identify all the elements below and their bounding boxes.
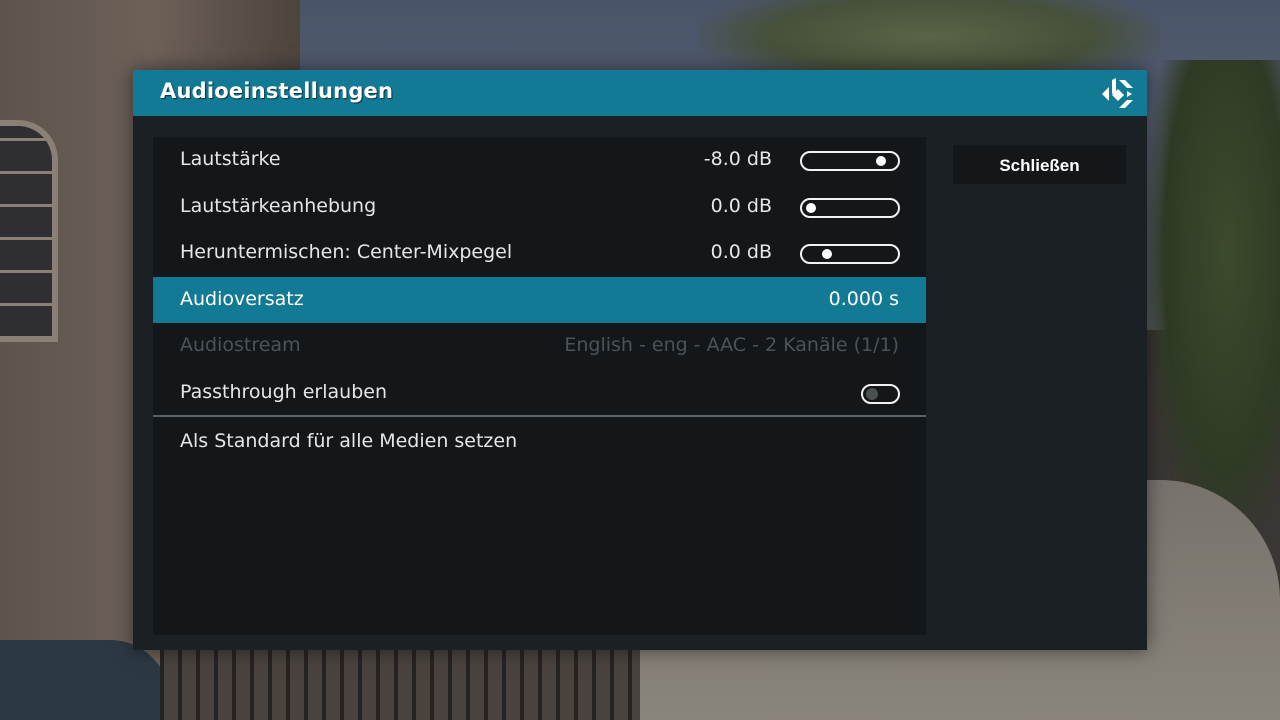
setting-label: Heruntermischen: Center-Mixpegel [180, 241, 513, 263]
setting-passthrough[interactable]: Passthrough erlauben [153, 370, 926, 416]
setting-value: 0.0 dB [710, 241, 772, 263]
background-tree [1146, 60, 1280, 540]
setting-center-mix-level[interactable]: Heruntermischen: Center-Mixpegel 0.0 dB [153, 230, 926, 276]
setting-value: -8.0 dB [703, 148, 772, 170]
background-window [0, 120, 58, 342]
settings-list: Lautstärke -8.0 dB Lautstärkeanhebung 0.… [153, 137, 926, 635]
audio-settings-dialog: Audioeinstellungen Lautstärke -8.0 dB La… [133, 70, 1147, 650]
setting-audio-stream: Audiostream English - eng - AAC - 2 Kanä… [153, 323, 926, 369]
volume-amplification-slider[interactable] [800, 198, 900, 218]
divider [153, 415, 926, 417]
setting-value: English - eng - AAC - 2 Kanäle (1/1) [564, 334, 899, 356]
passthrough-toggle[interactable] [861, 384, 900, 404]
dialog-title: Audioeinstellungen [160, 79, 394, 103]
slider-knob[interactable] [821, 249, 832, 259]
toggle-knob [866, 388, 878, 400]
volume-slider[interactable] [800, 151, 900, 171]
background-car [0, 640, 170, 720]
setting-value: 0.000 s [828, 288, 899, 310]
setting-label: Lautstärkeanhebung [180, 195, 377, 217]
set-as-default-button[interactable]: Als Standard für alle Medien setzen [153, 419, 926, 465]
kodi-logo-icon [1102, 78, 1133, 108]
setting-label: Audioversatz [180, 288, 304, 310]
center-mix-level-slider[interactable] [800, 244, 900, 264]
setting-label: Lautstärke [180, 148, 281, 170]
setting-value: 0.0 dB [710, 195, 772, 217]
setting-volume[interactable]: Lautstärke -8.0 dB [153, 137, 926, 183]
dialog-header: Audioeinstellungen [133, 70, 1147, 116]
setting-label: Passthrough erlauben [180, 381, 387, 403]
slider-knob[interactable] [876, 156, 887, 166]
slider-knob[interactable] [806, 203, 816, 213]
background-fence [160, 650, 640, 720]
close-button[interactable]: Schließen [953, 145, 1126, 184]
setting-volume-amplification[interactable]: Lautstärkeanhebung 0.0 dB [153, 184, 926, 230]
setting-label: Audiostream [180, 334, 301, 356]
setting-audio-offset[interactable]: Audioversatz 0.000 s [153, 277, 926, 323]
set-as-default-label: Als Standard für alle Medien setzen [180, 430, 518, 452]
